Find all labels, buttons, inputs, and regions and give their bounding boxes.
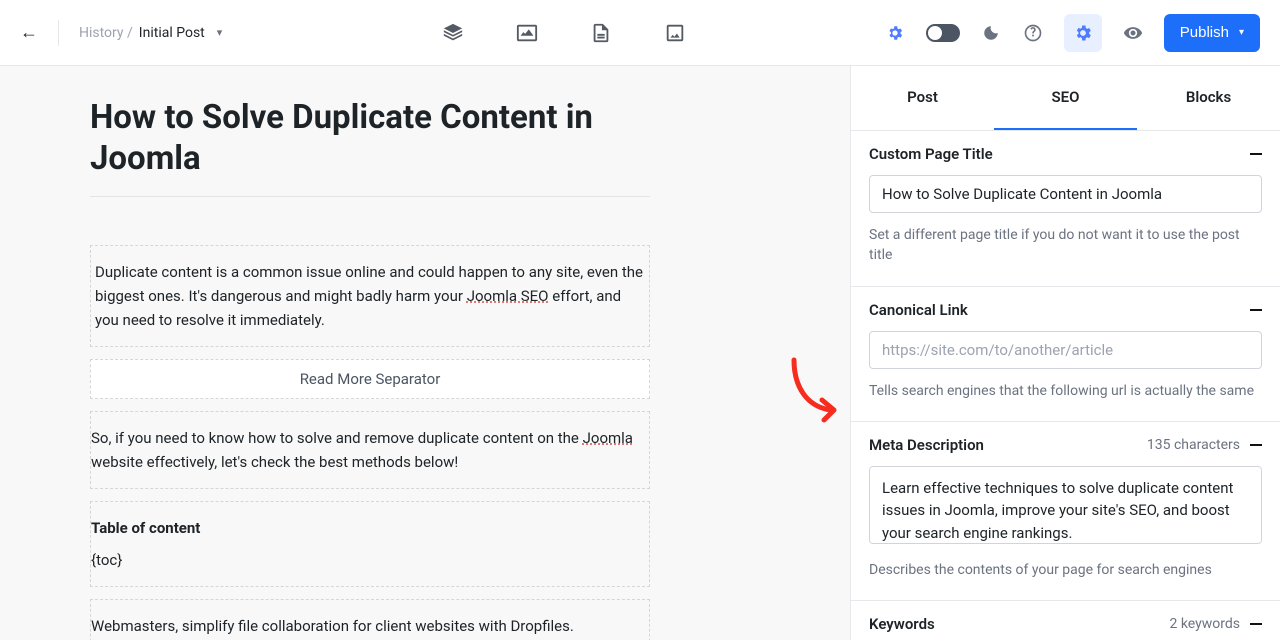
tab-blocks[interactable]: Blocks: [1137, 66, 1280, 130]
picture-icon[interactable]: [664, 22, 686, 44]
hint-text: Describes the contents of your page for …: [869, 560, 1262, 580]
topbar: ← History / Initial Post ▾: [0, 0, 1280, 66]
section-label: Meta Description: [869, 436, 984, 454]
annotation-arrow-icon: [786, 356, 842, 430]
tabs: Post SEO Blocks: [851, 66, 1280, 131]
section-canonical: Canonical Link Tells search engines that…: [851, 287, 1280, 422]
hint-text: Set a different page title if you do not…: [869, 225, 1262, 266]
publish-button[interactable]: Publish ▾: [1164, 14, 1260, 52]
image-icon[interactable]: [516, 22, 538, 44]
toc-block[interactable]: Table of content {toc}: [90, 501, 650, 587]
collapse-icon: [1250, 444, 1262, 446]
settings-panel-toggle[interactable]: [1064, 14, 1102, 52]
tab-post[interactable]: Post: [851, 66, 994, 130]
read-more-separator[interactable]: Read More Separator: [90, 359, 650, 399]
divider: [58, 20, 59, 46]
side-panel: Post SEO Blocks Custom Page Title Set a …: [850, 66, 1280, 640]
meta-description-input[interactable]: [869, 466, 1262, 544]
section-header[interactable]: Meta Description 135 characters: [869, 436, 1262, 454]
section-meta-description: Meta Description 135 characters Describe…: [851, 422, 1280, 601]
section-keywords: Keywords 2 keywords: [851, 601, 1280, 640]
layers-icon[interactable]: [442, 22, 464, 44]
breadcrumb[interactable]: History / Initial Post ▾: [79, 25, 222, 41]
paragraph-block[interactable]: Duplicate content is a common issue onli…: [90, 245, 650, 347]
section-header[interactable]: Custom Page Title: [869, 145, 1262, 163]
seo-link[interactable]: Joomla SEO: [467, 287, 549, 305]
section-header[interactable]: Canonical Link: [869, 301, 1262, 319]
section-label: Custom Page Title: [869, 145, 993, 163]
chevron-down-icon: ▾: [1239, 27, 1244, 38]
custom-title-input[interactable]: [869, 175, 1262, 213]
breadcrumb-current: Initial Post: [139, 25, 205, 41]
settings-small-icon[interactable]: [884, 22, 906, 44]
help-icon[interactable]: [1022, 22, 1044, 44]
post-title[interactable]: How to Solve Duplicate Content in Joomla: [90, 98, 650, 197]
paragraph-block[interactable]: Webmasters, simplify file collaboration …: [90, 599, 650, 640]
keyword-count: 2 keywords: [1170, 616, 1241, 632]
collapse-icon: [1250, 153, 1262, 155]
dark-mode-toggle[interactable]: [926, 24, 960, 42]
hint-text: Tells search engines that the following …: [869, 381, 1262, 401]
chevron-down-icon: ▾: [217, 26, 223, 39]
section-header[interactable]: Keywords 2 keywords: [869, 615, 1262, 633]
breadcrumb-history: History /: [79, 25, 133, 41]
section-label: Keywords: [869, 615, 935, 633]
toc-marker: {toc}: [91, 548, 649, 572]
section-label: Canonical Link: [869, 301, 968, 319]
char-count: 135 characters: [1147, 437, 1240, 453]
tab-seo[interactable]: SEO: [994, 66, 1137, 130]
moon-icon[interactable]: [980, 22, 1002, 44]
collapse-icon: [1250, 309, 1262, 311]
paragraph-block[interactable]: So, if you need to know how to solve and…: [90, 411, 650, 489]
section-custom-title: Custom Page Title Set a different page t…: [851, 131, 1280, 287]
joomla-link[interactable]: Joomla: [583, 429, 633, 447]
publish-label: Publish: [1180, 24, 1229, 41]
toc-heading: Table of content: [91, 516, 649, 540]
preview-icon[interactable]: [1122, 22, 1144, 44]
editor-area: How to Solve Duplicate Content in Joomla…: [0, 66, 850, 640]
canonical-input[interactable]: [869, 331, 1262, 369]
document-icon[interactable]: [590, 22, 612, 44]
collapse-icon: [1250, 623, 1262, 625]
back-arrow-icon[interactable]: ←: [20, 22, 38, 43]
